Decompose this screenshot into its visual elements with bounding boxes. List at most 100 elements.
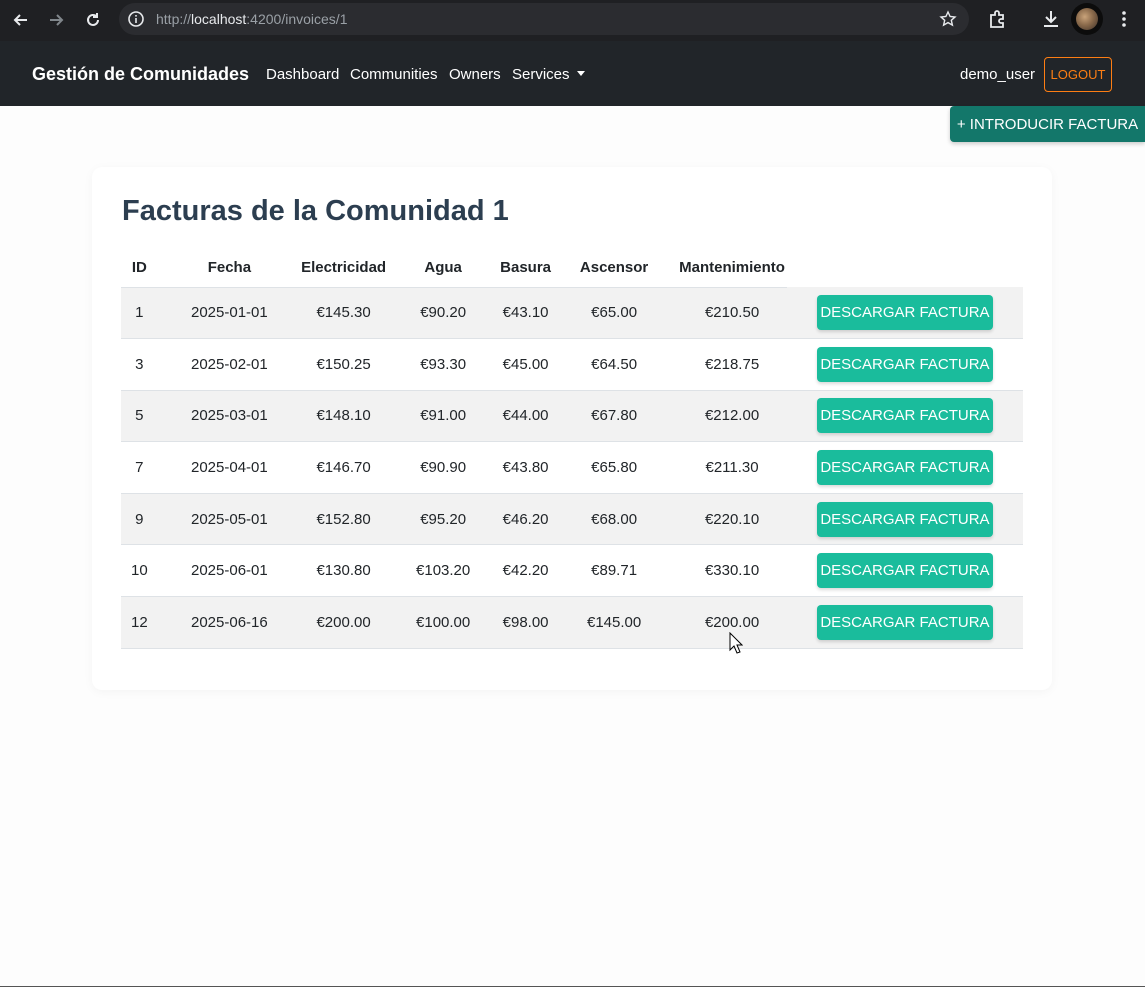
table-cell-mantenimiento: €211.30	[677, 441, 787, 494]
table-cell-agua: €90.20	[386, 287, 501, 340]
table-cell-mantenimiento: €220.10	[677, 493, 787, 546]
action-column-header	[786, 249, 1023, 287]
table-cell-ascensor: €67.80	[551, 390, 678, 443]
table-cell-mantenimiento: €210.50	[677, 287, 787, 340]
table-row: 9 2025-05-01 €152.80 €95.20 €46.20 €68.00 €220…	[121, 493, 1023, 546]
star-icon[interactable]	[939, 10, 957, 28]
table-cell-electricidad: €146.70	[301, 441, 387, 494]
table-cell-action: DESCARGAR FACTURA	[786, 493, 1023, 546]
download-invoice-button[interactable]: DESCARGAR FACTURA	[816, 604, 993, 640]
app-navbar: Gestión de Comunidades Dashboard Communi…	[0, 41, 1145, 106]
table-cell-basura: €43.10	[500, 287, 552, 340]
reload-icon[interactable]	[81, 8, 105, 32]
table-cell-agua: €100.00	[386, 596, 501, 649]
table-cell-id: 1	[121, 287, 158, 340]
table-cell-electricidad: €150.25	[301, 338, 387, 391]
column-header: Fecha	[157, 249, 302, 288]
table-cell-electricidad: €152.80	[301, 493, 387, 546]
column-header: Agua	[386, 249, 501, 288]
table-cell-basura: €45.00	[500, 338, 552, 391]
logout-button[interactable]: LOGOUT	[1044, 57, 1112, 92]
nav-link-dashboard[interactable]: Dashboard	[266, 66, 339, 83]
more-icon[interactable]	[1114, 8, 1134, 30]
table-cell-fecha: 2025-03-01	[157, 390, 302, 443]
table-row: 10 2025-06-01 €130.80 €103.20 €42.20 €89.71 €3…	[121, 544, 1023, 598]
invoices-table: ID Fecha Electricidad Agua Basura Ascens…	[121, 249, 1023, 649]
profile-avatar[interactable]	[1071, 3, 1103, 35]
invoice-rows: 1 2025-01-01 €145.30 €90.20 €43.10 €65.00 €210…	[121, 287, 1023, 649]
username-label: demo_user	[960, 66, 1036, 83]
brand-link[interactable]: Gestión de Comunidades	[32, 64, 249, 85]
table-cell-fecha: 2025-04-01	[157, 441, 302, 494]
forward-icon[interactable]	[44, 8, 68, 32]
table-cell-ascensor: €68.00	[551, 493, 678, 546]
table-cell-agua: €95.20	[386, 493, 501, 546]
table-cell-fecha: 2025-06-16	[157, 596, 302, 649]
url-prefix: http://	[156, 11, 192, 27]
table-cell-ascensor: €65.80	[551, 441, 678, 494]
info-icon[interactable]	[127, 10, 145, 28]
table-cell-id: 3	[121, 338, 158, 391]
avatar-image	[1076, 8, 1098, 30]
table-cell-id: 10	[121, 544, 158, 598]
table-cell-fecha: 2025-02-01	[157, 338, 302, 391]
table-header-row: ID Fecha Electricidad Agua Basura Ascens…	[121, 249, 1023, 288]
table-cell-agua: €90.90	[386, 441, 501, 494]
download-invoice-button[interactable]: DESCARGAR FACTURA	[816, 450, 993, 486]
table-cell-mantenimiento: €218.75	[677, 338, 787, 391]
address-bar[interactable]: http://localhost:4200/invoices/1	[119, 3, 969, 35]
table-cell-fecha: 2025-05-01	[157, 493, 302, 546]
table-cell-electricidad: €148.10	[301, 390, 387, 443]
column-header: Electricidad	[301, 249, 387, 288]
nav-link-communities[interactable]: Communities	[350, 66, 438, 83]
nav-link-owners[interactable]: Owners	[449, 66, 501, 83]
table-cell-electricidad: €130.80	[301, 544, 387, 598]
column-header: Basura	[500, 249, 552, 288]
table-cell-basura: €42.20	[500, 544, 552, 598]
table-row: 1 2025-01-01 €145.30 €90.20 €43.10 €65.00 €210…	[121, 287, 1023, 340]
table-row: 7 2025-04-01 €146.70 €90.90 €43.80 €65.80 €211…	[121, 441, 1023, 494]
table-cell-basura: €46.20	[500, 493, 552, 546]
table-cell-agua: €103.20	[386, 544, 501, 598]
table-cell-basura: €43.80	[500, 441, 552, 494]
download-invoice-button[interactable]: DESCARGAR FACTURA	[816, 295, 993, 331]
table-cell-id: 7	[121, 441, 158, 494]
download-invoice-button[interactable]: DESCARGAR FACTURA	[816, 346, 993, 382]
column-header: ID	[121, 249, 158, 288]
table-row: 12 2025-06-16 €200.00 €100.00 €98.00 €145.00 €…	[121, 596, 1023, 649]
add-invoice-button[interactable]: + INTRODUCIR FACTURA	[950, 106, 1145, 142]
table-cell-agua: €91.00	[386, 390, 501, 443]
download-invoice-button[interactable]: DESCARGAR FACTURA	[816, 501, 993, 537]
table-cell-agua: €93.30	[386, 338, 501, 391]
extensions-icon[interactable]	[987, 8, 1009, 30]
url-path: :4200/invoices/1	[246, 11, 348, 27]
table-cell-id: 5	[121, 390, 158, 443]
table-cell-basura: €98.00	[500, 596, 552, 649]
url-host: localhost	[191, 11, 247, 27]
table-cell-mantenimiento: €330.10	[677, 544, 787, 598]
download-invoice-button[interactable]: DESCARGAR FACTURA	[816, 553, 993, 589]
back-icon[interactable]	[9, 8, 33, 32]
download-icon[interactable]	[1040, 8, 1062, 30]
table-cell-action: DESCARGAR FACTURA	[786, 596, 1023, 649]
table-cell-basura: €44.00	[500, 390, 552, 443]
table-cell-action: DESCARGAR FACTURA	[786, 441, 1023, 494]
column-header: Mantenimiento	[677, 249, 787, 288]
mouse-cursor-icon	[729, 632, 743, 654]
table-cell-id: 12	[121, 596, 158, 649]
table-cell-fecha: 2025-01-01	[157, 287, 302, 340]
table-cell-id: 9	[121, 493, 158, 546]
table-cell-action: DESCARGAR FACTURA	[786, 544, 1023, 598]
nav-link-services: Services	[512, 66, 570, 83]
page-title: Facturas de la Comunidad 1	[122, 195, 509, 227]
table-row: 3 2025-02-01 €150.25 €93.30 €45.00 €64.50 €218…	[121, 338, 1023, 391]
url-text[interactable]: http://localhost:4200/invoices/1	[156, 11, 347, 27]
table-cell-electricidad: €200.00	[301, 596, 387, 649]
table-cell-fecha: 2025-06-01	[157, 544, 302, 598]
browser-toolbar: http://localhost:4200/invoices/1	[0, 0, 1145, 41]
column-header: Ascensor	[551, 249, 678, 288]
download-invoice-button[interactable]: DESCARGAR FACTURA	[816, 398, 993, 434]
table-cell-ascensor: €65.00	[551, 287, 678, 340]
table-cell-ascensor: €89.71	[551, 544, 678, 598]
nav-dropdown-services[interactable]: Services	[512, 66, 585, 83]
